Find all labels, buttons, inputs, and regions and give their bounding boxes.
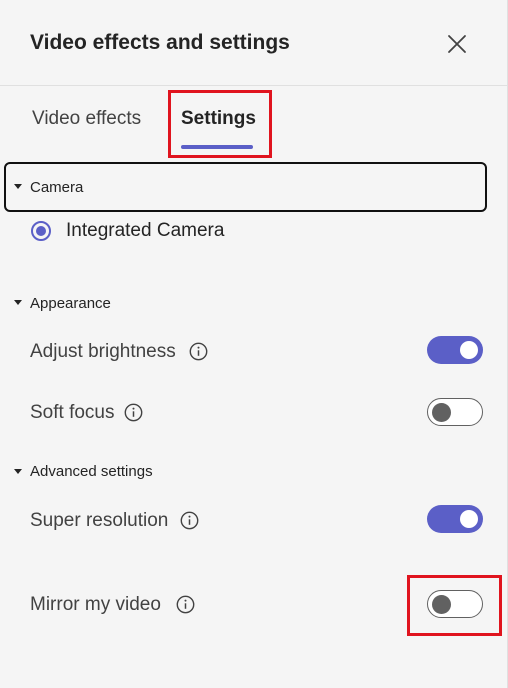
video-settings-panel: Video effects and settings Video effects… xyxy=(0,0,508,688)
soft-focus-toggle[interactable] xyxy=(427,398,483,426)
super-resolution-label: Super resolution xyxy=(30,510,169,531)
radio-selected-dot xyxy=(36,226,46,236)
settings-tab-highlight xyxy=(168,90,272,158)
caret-down-icon xyxy=(14,300,22,305)
close-icon xyxy=(448,35,466,53)
panel-header: Video effects and settings xyxy=(0,0,508,86)
caret-down-icon xyxy=(14,469,22,474)
camera-section-label: Camera xyxy=(30,179,84,196)
appearance-section-label[interactable]: Appearance xyxy=(30,295,111,312)
mirror-video-label: Mirror my video xyxy=(30,594,161,615)
info-icon[interactable] xyxy=(176,595,195,614)
panel-title: Video effects and settings xyxy=(30,31,290,54)
super-resolution-toggle[interactable] xyxy=(427,505,483,533)
adjust-brightness-label: Adjust brightness xyxy=(30,341,176,362)
close-button[interactable] xyxy=(443,30,471,58)
soft-focus-label: Soft focus xyxy=(30,402,115,423)
toggle-knob xyxy=(460,510,478,528)
mirror-toggle-highlight xyxy=(407,575,502,636)
toggle-knob xyxy=(460,341,478,359)
tab-video-effects[interactable]: Video effects xyxy=(32,108,141,130)
info-icon[interactable] xyxy=(124,403,143,422)
camera-radio-integrated[interactable] xyxy=(31,221,51,241)
camera-option-label[interactable]: Integrated Camera xyxy=(66,220,224,242)
adjust-brightness-toggle[interactable] xyxy=(427,336,483,364)
caret-down-icon xyxy=(14,184,22,189)
toggle-knob xyxy=(432,402,451,422)
info-icon[interactable] xyxy=(180,511,199,530)
advanced-section-label[interactable]: Advanced settings xyxy=(30,463,153,480)
info-icon[interactable] xyxy=(189,342,208,361)
